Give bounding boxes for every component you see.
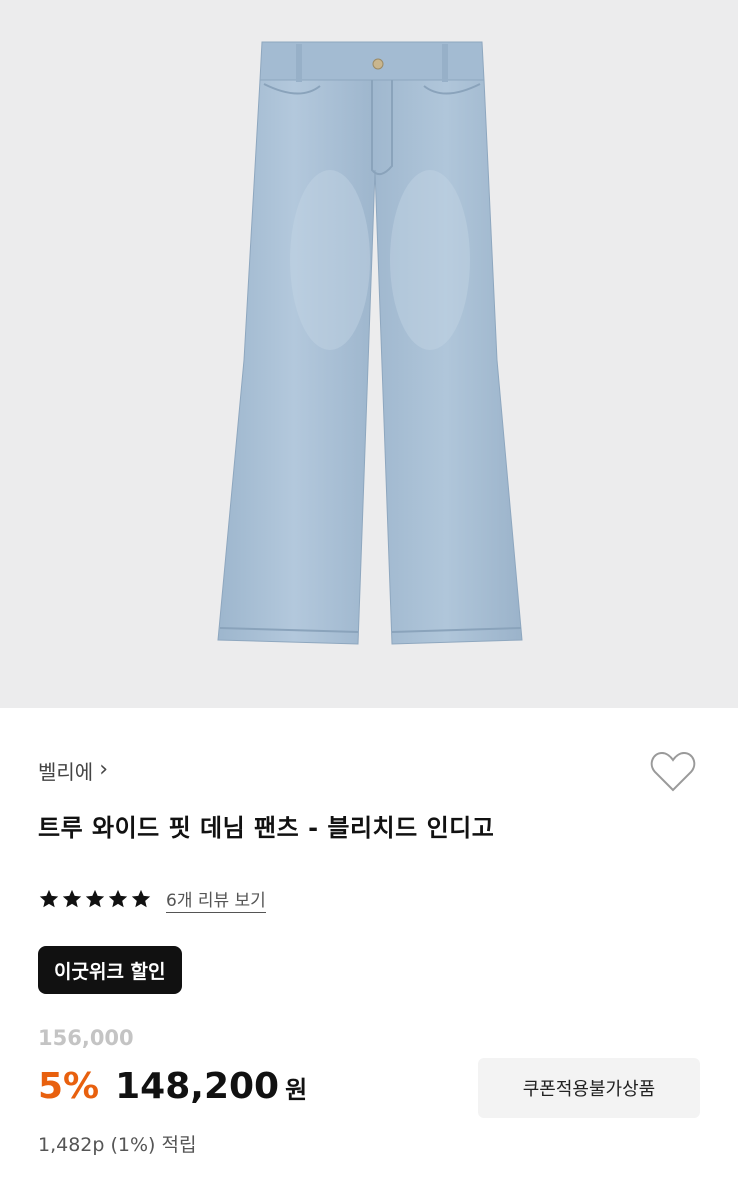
price-row: 5% 148,200 원 bbox=[38, 1066, 307, 1114]
star-icon bbox=[85, 889, 105, 908]
coupon-status-button[interactable]: 쿠폰적용불가상품 bbox=[478, 1058, 700, 1118]
points-info: 1,482p (1%) 적립 bbox=[38, 1134, 197, 1156]
product-image[interactable] bbox=[0, 0, 738, 708]
rating-row: 6개 리뷰 보기 bbox=[38, 884, 266, 914]
sale-price: 148,200 bbox=[115, 1066, 280, 1107]
star-icon bbox=[62, 889, 82, 908]
star-icon bbox=[108, 889, 128, 908]
star-icon bbox=[39, 889, 59, 908]
currency-label: 원 bbox=[285, 1076, 308, 1104]
review-link[interactable]: 6개 리뷰 보기 bbox=[166, 886, 266, 913]
brand-link[interactable]: 벨리에 › bbox=[38, 756, 108, 784]
promo-badge: 이굿위크 할인 bbox=[38, 946, 182, 994]
wishlist-button[interactable] bbox=[648, 748, 698, 796]
chevron-right-icon: › bbox=[99, 757, 109, 782]
heart-outline-icon bbox=[650, 751, 696, 792]
discount-rate: 5% bbox=[38, 1066, 100, 1107]
product-title: 트루 와이드 핏 데님 팬츠 - 블리치드 인디고 bbox=[38, 814, 495, 842]
star-rating bbox=[38, 888, 152, 910]
original-price: 156,000 bbox=[38, 1026, 134, 1050]
brand-name: 벨리에 bbox=[38, 759, 94, 784]
star-icon bbox=[131, 889, 151, 908]
denim-pants-illustration bbox=[217, 41, 523, 645]
